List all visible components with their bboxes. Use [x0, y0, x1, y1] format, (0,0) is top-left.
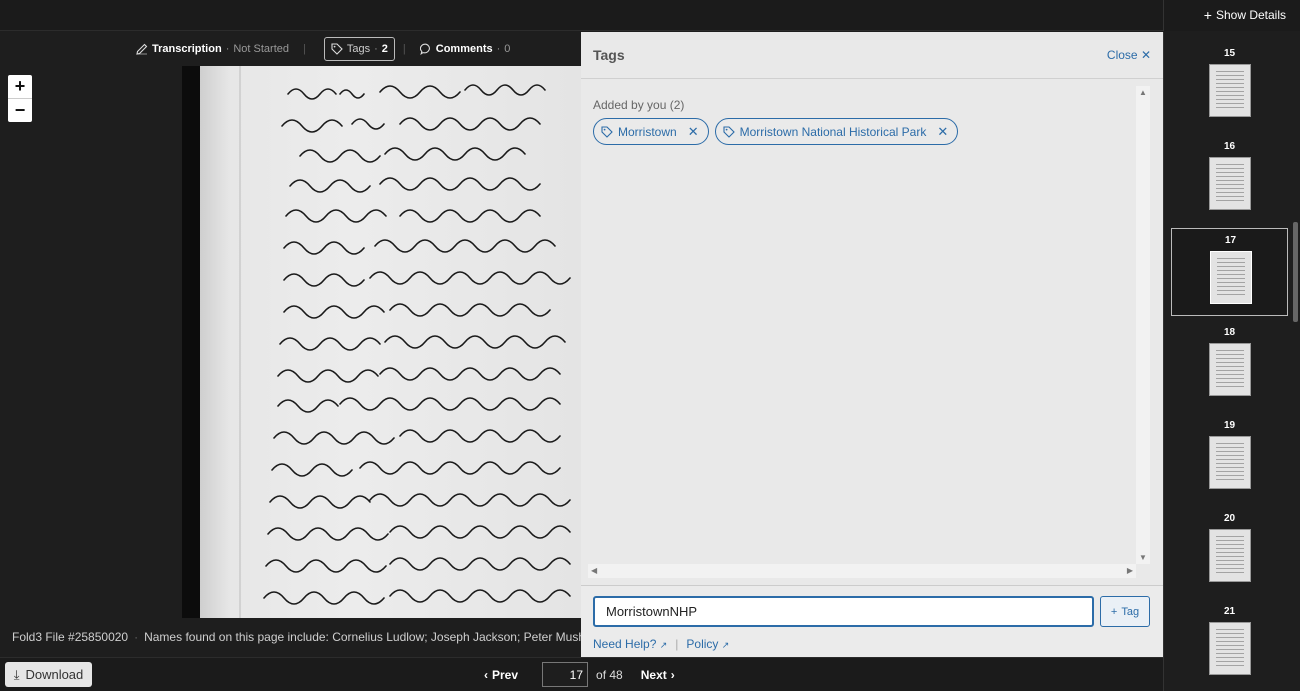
thumbnail[interactable]: 16 — [1171, 135, 1288, 223]
tags-label: Tags — [346, 43, 371, 55]
comments-count: 0 — [504, 43, 511, 55]
thumbnail-strip[interactable]: 15 16 17 18 19 20 21 — [1163, 32, 1300, 691]
next-button[interactable]: Next › — [641, 668, 675, 682]
document-image[interactable] — [182, 66, 581, 618]
add-tag-label: Tag — [1121, 605, 1140, 618]
horizontal-scrollbar[interactable]: ◀ ▶ — [588, 564, 1136, 578]
tags-panel-footer: + Tag Need Help? ↗ | Policy ↗ — [581, 585, 1163, 657]
thumbnail[interactable]: 21 — [1171, 600, 1288, 688]
vertical-scrollbar[interactable]: ▲ ▼ — [1136, 86, 1150, 564]
transcription-status: Not Started — [233, 43, 289, 55]
tag-chip-label: Morristown — [618, 124, 677, 139]
remove-tag-icon[interactable]: ✕ — [937, 124, 948, 140]
close-button[interactable]: Close ✕ — [1107, 48, 1151, 62]
thumbnail-number: 16 — [1223, 141, 1236, 152]
tag-icon — [601, 125, 613, 138]
thumbnail-number: 18 — [1223, 327, 1236, 338]
handwriting-scribbles — [239, 66, 571, 618]
thumbnail-image — [1209, 157, 1251, 210]
add-tag-button[interactable]: + Tag — [1100, 596, 1150, 627]
thumbnail-image — [1209, 622, 1251, 675]
divider: | — [303, 43, 306, 55]
thumbnail-number: 15 — [1223, 48, 1236, 59]
tags-panel-title: Tags — [593, 47, 625, 63]
thumbnail-image — [1209, 529, 1251, 582]
names-found: Names found on this page include: Cornel… — [144, 630, 581, 644]
scroll-right-icon[interactable]: ▶ — [1127, 566, 1133, 575]
details-bar: + Show Details — [1163, 0, 1300, 31]
remove-tag-icon[interactable]: ✕ — [688, 124, 699, 140]
close-label: Close — [1106, 48, 1138, 62]
plus-icon: + — [1110, 605, 1118, 618]
viewer-toolbar: Transcription · Not Started | Tags · 2 |… — [0, 32, 581, 66]
comment-icon — [419, 43, 430, 55]
close-icon: ✕ — [1140, 48, 1151, 62]
prev-button[interactable]: ‹ Prev — [484, 668, 518, 682]
tags-count: 2 — [381, 43, 388, 55]
thumbnail[interactable]: 20 — [1171, 507, 1288, 595]
plus-icon: + — [1203, 7, 1212, 23]
comments-button[interactable]: Comments · 0 — [414, 37, 517, 61]
handwritten-page — [200, 66, 581, 618]
thumbnail-image — [1209, 64, 1251, 117]
thumbnail[interactable]: 15 — [1171, 42, 1288, 130]
tags-list-area[interactable]: Added by you (2) Morristown ✕ Morristown… — [588, 86, 1150, 578]
pencil-icon — [136, 43, 148, 55]
thumbnail-scrollbar[interactable] — [1293, 222, 1298, 322]
chevron-left-icon: ‹ — [484, 667, 488, 682]
file-id: Fold3 File #25850020 — [12, 630, 129, 644]
tag-input[interactable] — [593, 596, 1094, 627]
help-links: Need Help? ↗ | Policy ↗ — [593, 637, 730, 651]
chevron-right-icon: › — [670, 667, 675, 682]
tag-icon — [723, 125, 735, 138]
page-total: of 48 — [596, 667, 623, 682]
external-link-icon: ↗ — [721, 640, 730, 650]
policy-link[interactable]: Policy ↗ — [686, 637, 729, 651]
download-icon: ⤓ — [13, 666, 20, 682]
thumbnail-image — [1210, 251, 1252, 304]
file-info-bar: Fold3 File #25850020 · Names found on th… — [0, 625, 581, 649]
tag-chips: Morristown ✕ Morristown National Histori… — [593, 118, 959, 145]
thumbnail[interactable]: 19 — [1171, 414, 1288, 502]
transcription-label: Transcription — [152, 43, 222, 55]
download-button[interactable]: ⤓ Download — [5, 662, 92, 687]
thumbnail[interactable]: 18 — [1171, 321, 1288, 409]
tags-panel-header: Tags Close ✕ — [581, 32, 1163, 79]
tag-chip[interactable]: Morristown National Historical Park ✕ — [714, 118, 959, 145]
scroll-left-icon[interactable]: ◀ — [591, 566, 597, 575]
need-help-link[interactable]: Need Help? ↗ — [593, 637, 667, 651]
tag-chip[interactable]: Morristown ✕ — [593, 118, 709, 145]
tag-chip-label: Morristown National Historical Park — [739, 124, 927, 139]
image-viewer[interactable]: Transcription · Not Started | Tags · 2 |… — [0, 32, 581, 657]
tags-panel: Tags Close ✕ Added by you (2) Morristown… — [581, 32, 1163, 657]
app: + Show Details Transcription · Not Start… — [0, 0, 1300, 691]
pager: ‹ Prev of 48 Next › — [484, 662, 675, 687]
zoom-controls: + − — [8, 75, 32, 122]
thumbnail-active[interactable]: 17 — [1171, 228, 1288, 316]
zoom-in-button[interactable]: + — [8, 75, 32, 98]
scroll-up-icon[interactable]: ▲ — [1139, 88, 1147, 97]
transcription-button[interactable]: Transcription · Not Started — [130, 37, 295, 61]
scroll-down-icon[interactable]: ▼ — [1139, 553, 1147, 562]
comments-label: Comments — [435, 43, 493, 55]
added-by-heading: Added by you (2) — [593, 98, 685, 112]
tag-icon — [331, 43, 343, 55]
thumbnail-image — [1209, 436, 1251, 489]
thumbnail-number: 20 — [1223, 513, 1236, 524]
top-bar — [0, 0, 1163, 31]
external-link-icon: ↗ — [659, 640, 668, 650]
thumbnail-number: 21 — [1223, 606, 1236, 617]
show-details-button[interactable]: + Show Details — [1204, 8, 1286, 22]
thumbnail-number: 19 — [1223, 420, 1236, 431]
download-label: Download — [25, 667, 84, 682]
thumbnail-image — [1209, 343, 1251, 396]
divider: | — [402, 43, 406, 55]
zoom-out-button[interactable]: − — [8, 98, 32, 121]
bottom-bar: ⤓ Download ‹ Prev of 48 Next › — [0, 657, 1163, 691]
show-details-label: Show Details — [1215, 8, 1286, 22]
page-number-input[interactable] — [542, 662, 589, 687]
tags-button[interactable]: Tags · 2 — [323, 37, 395, 61]
thumbnail-number: 17 — [1224, 235, 1237, 246]
